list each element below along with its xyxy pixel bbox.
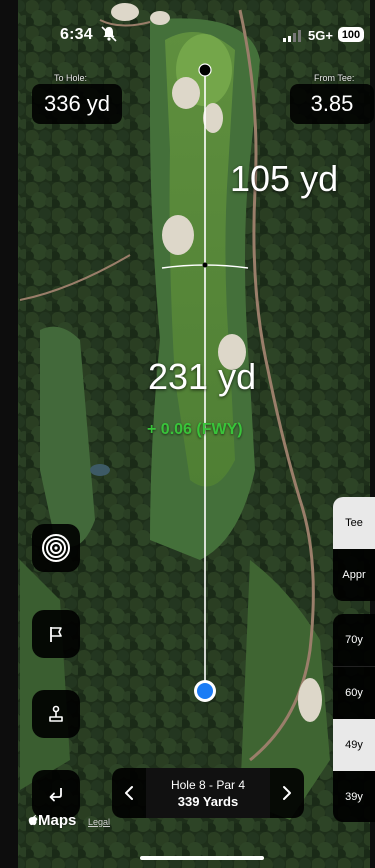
flag-icon: [50, 627, 62, 642]
battery-icon: 100: [338, 27, 364, 42]
club-option-49y[interactable]: 49y: [333, 719, 375, 771]
shot-type-selector: Tee Appr: [333, 497, 375, 601]
legal-link[interactable]: Legal: [88, 817, 110, 827]
maps-logo: Maps: [28, 812, 76, 829]
status-time: 6:34: [60, 26, 93, 43]
club-option-60y[interactable]: 60y: [333, 666, 375, 719]
previous-hole-button[interactable]: [112, 768, 146, 818]
bell-muted-icon: [101, 26, 117, 42]
chevron-left-icon: [125, 786, 133, 800]
flag-button[interactable]: [32, 610, 80, 658]
apple-logo-icon: [28, 815, 38, 826]
target-marker[interactable]: [196, 258, 214, 272]
target-to-hole-distance: 105 yd: [230, 158, 339, 199]
network-type: 5G+: [308, 28, 333, 43]
shot-distance: 231 yd: [148, 356, 257, 397]
player-dot: [197, 683, 213, 699]
hole-title: Hole 8 - Par 4: [170, 777, 246, 792]
hole-info[interactable]: Hole 8 - Par 4 339 Yards: [146, 768, 270, 818]
club-option-tee[interactable]: Tee: [333, 497, 375, 549]
target-icon: [42, 534, 70, 562]
next-hole-button[interactable]: [270, 768, 304, 818]
hole-yards: 339 Yards: [177, 793, 239, 809]
club-distance-selector: 70y 60y 49y 39y: [333, 614, 375, 822]
strokes-gained-label: + 0.06 (FWY): [147, 421, 243, 438]
status-bar: 6:34 5G+ 100: [0, 0, 375, 70]
maps-text: Maps: [38, 812, 77, 829]
to-hole-label: To Hole:: [54, 73, 88, 83]
club-option-39y[interactable]: 39y: [333, 771, 375, 822]
player-location-marker[interactable]: [194, 680, 216, 702]
from-tee-value: 3.85: [290, 84, 374, 124]
target-rings-button[interactable]: [32, 524, 80, 572]
back-return-button[interactable]: [32, 770, 80, 818]
chevron-right-icon: [283, 786, 291, 800]
return-arrow-icon: [49, 788, 62, 802]
to-hole-value: 336 yd: [32, 84, 122, 124]
signal-icon: [283, 30, 301, 42]
golf-gps-screen: 6:34 5G+ 100 To Hole: 336 yd From Tee: 3…: [0, 0, 375, 868]
hole-navigation-bar: Hole 8 - Par 4 339 Yards: [112, 768, 304, 818]
home-indicator[interactable]: [140, 856, 264, 860]
joystick-button[interactable]: [32, 690, 80, 738]
club-option-appr[interactable]: Appr: [333, 549, 375, 601]
from-tee-label: From Tee:: [314, 73, 355, 83]
club-option-70y[interactable]: 70y: [333, 614, 375, 666]
joystick-icon: [49, 705, 63, 722]
